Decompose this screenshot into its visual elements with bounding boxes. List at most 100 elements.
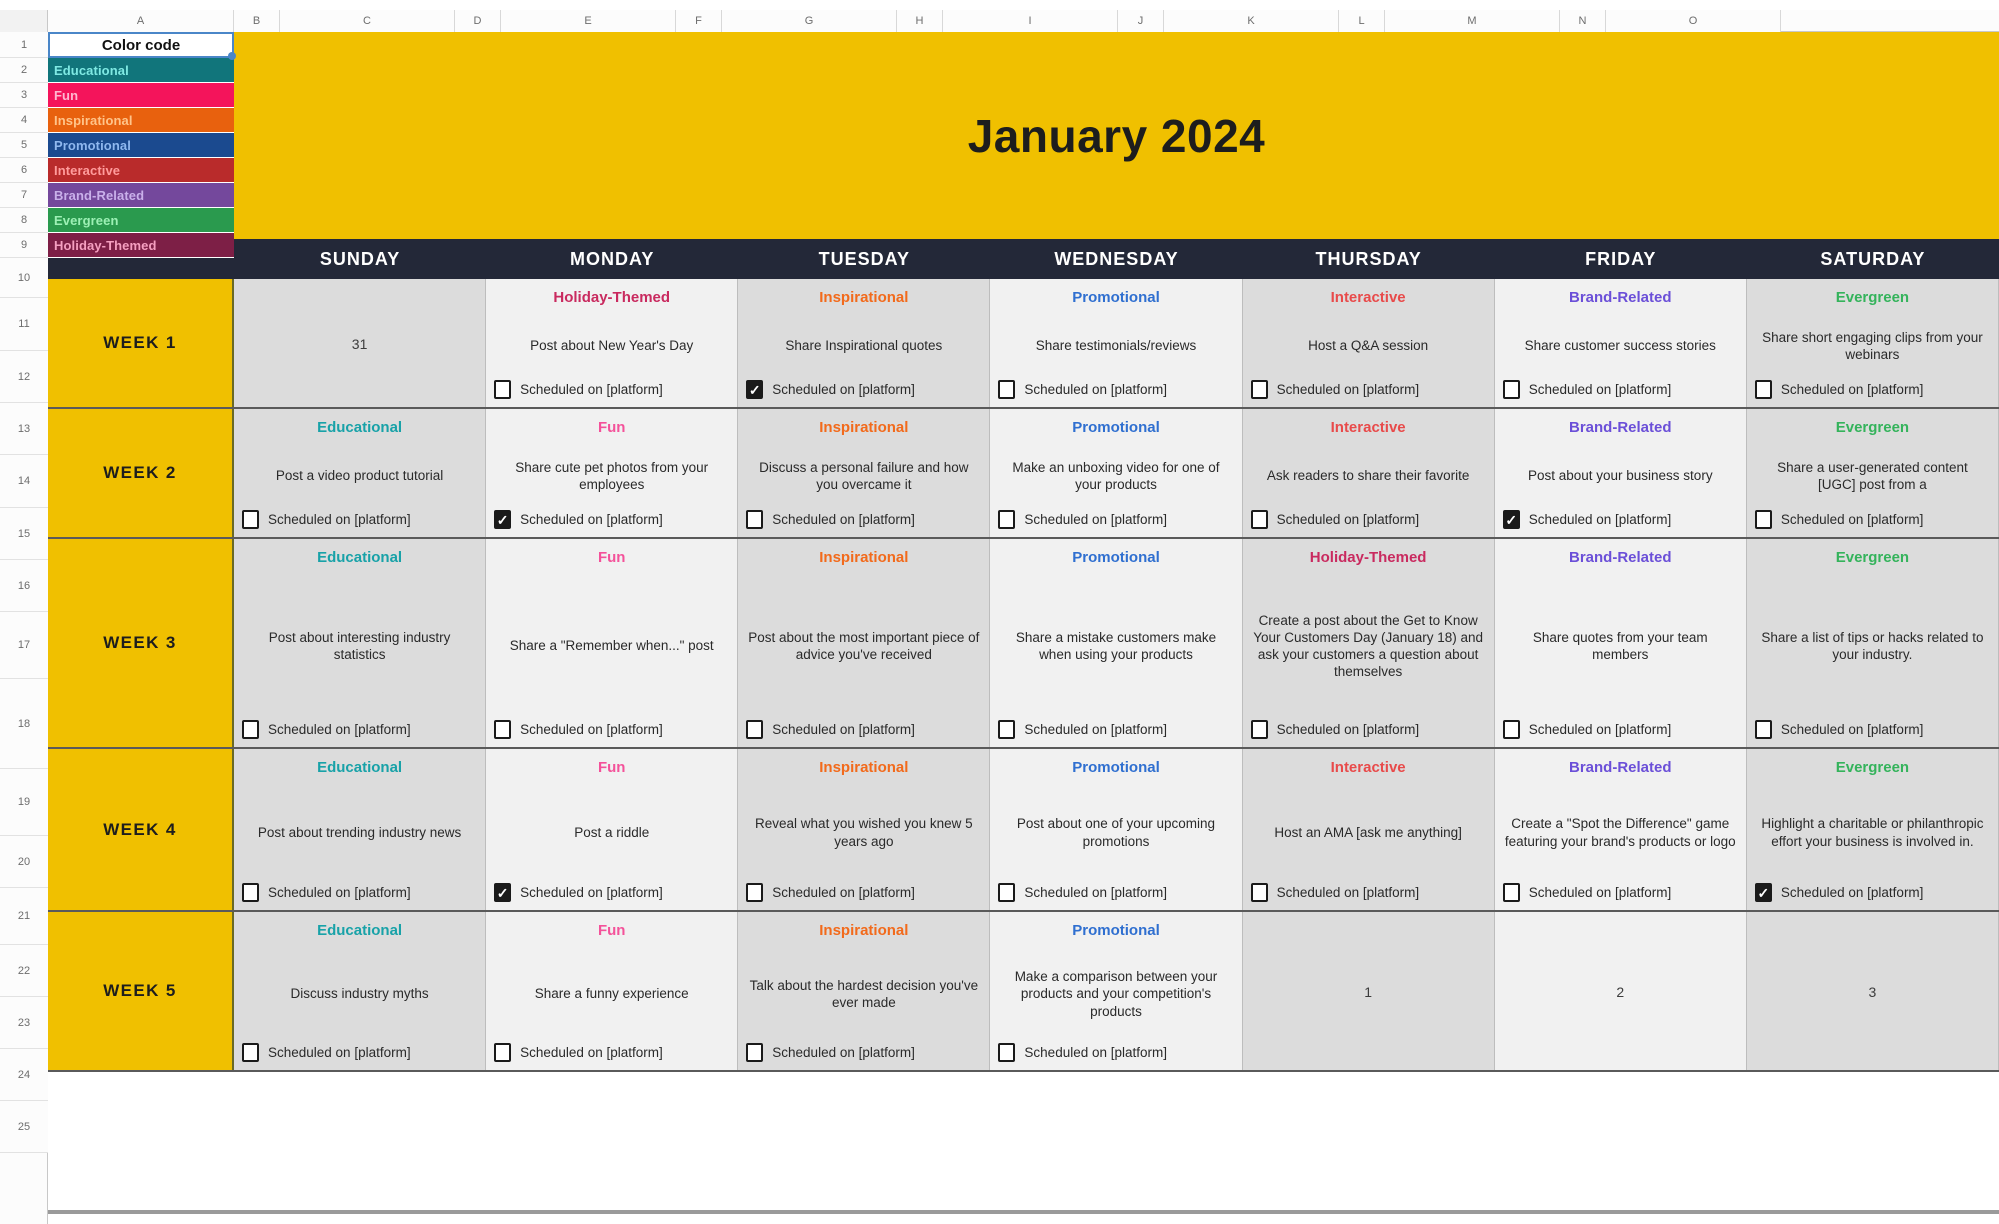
calendar-day-cell[interactable]: Inspirational Discuss a personal failure … — [738, 409, 991, 537]
scheduled-checkbox[interactable] — [494, 380, 512, 399]
column-header-h[interactable]: H — [897, 9, 943, 32]
row-header-21[interactable]: 21 — [0, 888, 48, 945]
column-header-f[interactable]: F — [676, 9, 722, 32]
calendar-day-cell[interactable]: Brand-Related Share quotes from your team… — [1494, 539, 1747, 747]
calendar-day-cell[interactable]: Evergreen Share a list of tips or hacks r… — [1746, 539, 1999, 747]
scheduled-checkbox[interactable] — [1754, 720, 1772, 739]
scheduled-checkbox[interactable] — [494, 1043, 512, 1062]
row-header-24[interactable]: 24 — [0, 1049, 48, 1101]
row-header-17[interactable]: 17 — [0, 612, 48, 679]
scheduled-checkbox[interactable] — [746, 720, 764, 739]
column-header-i[interactable]: I — [943, 9, 1118, 32]
row-header-23[interactable]: 23 — [0, 997, 48, 1049]
row-header-19[interactable]: 19 — [0, 769, 48, 836]
scheduled-checkbox[interactable] — [746, 510, 764, 529]
row-header-8[interactable]: 8 — [0, 208, 48, 233]
row-header-9[interactable]: 9 — [0, 233, 48, 258]
calendar-day-cell[interactable]: Evergreen Share a user-generated content … — [1746, 409, 1999, 537]
row-header-13[interactable]: 13 — [0, 403, 48, 455]
select-all-corner[interactable] — [0, 9, 48, 32]
row-header-20[interactable]: 20 — [0, 836, 48, 888]
calendar-day-cell[interactable]: Educational Post about trending industry … — [234, 749, 487, 910]
legend-item-brand-related[interactable]: Brand-Related — [48, 183, 234, 208]
calendar-day-cell[interactable]: 31 — [234, 279, 487, 407]
calendar-day-cell[interactable]: Fun Share cute pet photos from your emplo… — [486, 409, 739, 537]
calendar-day-cell[interactable]: Brand-Related Post about your business st… — [1494, 409, 1747, 537]
column-header-k[interactable]: K — [1164, 9, 1339, 32]
scheduled-checkbox[interactable] — [998, 510, 1016, 529]
scheduled-checkbox[interactable] — [746, 883, 764, 902]
row-header-12[interactable]: 12 — [0, 351, 48, 403]
calendar-day-cell[interactable]: Holiday-Themed Post about New Year's Day S… — [486, 279, 739, 407]
column-header-o[interactable]: O — [1606, 9, 1781, 32]
scheduled-checkbox[interactable] — [1250, 510, 1268, 529]
row-header-11[interactable]: 11 — [0, 298, 48, 351]
calendar-day-cell[interactable]: Promotional Share testimonials/reviews Sch… — [990, 279, 1243, 407]
column-header-d[interactable]: D — [455, 9, 501, 32]
row-header-22[interactable]: 22 — [0, 945, 48, 997]
cell-fill-handle[interactable] — [228, 52, 236, 60]
legend-item-inspirational[interactable]: Inspirational — [48, 108, 234, 133]
column-header-l[interactable]: L — [1339, 9, 1385, 32]
scheduled-checkbox[interactable] — [242, 720, 259, 739]
calendar-day-cell[interactable]: 2 — [1494, 912, 1747, 1070]
row-header-18[interactable]: 18 — [0, 679, 48, 769]
scheduled-checkbox[interactable] — [998, 720, 1016, 739]
scheduled-checkbox[interactable] — [1250, 883, 1268, 902]
scheduled-checkbox[interactable] — [998, 380, 1016, 399]
column-header-b[interactable]: B — [234, 9, 280, 32]
legend-item-educational[interactable]: Educational — [48, 58, 234, 83]
calendar-day-cell[interactable]: Holiday-Themed Create a post about the Ge… — [1242, 539, 1495, 747]
row-header-25[interactable]: 25 — [0, 1101, 48, 1153]
calendar-day-cell[interactable]: Inspirational Share Inspirational quotes S… — [738, 279, 991, 407]
scheduled-checkbox[interactable] — [494, 720, 512, 739]
scheduled-checkbox[interactable] — [1502, 510, 1520, 529]
legend-item-interactive[interactable]: Interactive — [48, 158, 234, 183]
scheduled-checkbox[interactable] — [746, 1043, 764, 1062]
scheduled-checkbox[interactable] — [242, 883, 259, 902]
calendar-day-cell[interactable]: 3 — [1746, 912, 1999, 1070]
scheduled-checkbox[interactable] — [1502, 380, 1520, 399]
column-header-e[interactable]: E — [501, 9, 676, 32]
scheduled-checkbox[interactable] — [1754, 380, 1772, 399]
legend-title-cell[interactable]: Color code — [48, 32, 236, 60]
legend-item-fun[interactable]: Fun — [48, 83, 234, 108]
scheduled-checkbox[interactable] — [998, 883, 1016, 902]
calendar-day-cell[interactable]: Fun Share a funny experience Scheduled on … — [486, 912, 739, 1070]
column-header-j[interactable]: J — [1118, 9, 1164, 32]
row-header-16[interactable]: 16 — [0, 560, 48, 612]
calendar-day-cell[interactable]: Fun Post a riddle Scheduled on [platform] — [486, 749, 739, 910]
row-header-14[interactable]: 14 — [0, 455, 48, 508]
calendar-day-cell[interactable]: Evergreen Highlight a charitable or phila… — [1746, 749, 1999, 910]
column-header-a[interactable]: A — [48, 9, 234, 32]
legend-item-holiday-themed[interactable]: Holiday-Themed — [48, 233, 234, 258]
calendar-day-cell[interactable]: Promotional Post about one of your upcomi… — [990, 749, 1243, 910]
scheduled-checkbox[interactable] — [494, 510, 512, 529]
calendar-day-cell[interactable]: Interactive Host a Q&A session Scheduled o… — [1242, 279, 1495, 407]
scheduled-checkbox[interactable] — [1502, 720, 1520, 739]
calendar-day-cell[interactable]: Inspirational Post about the most importa… — [738, 539, 991, 747]
scheduled-checkbox[interactable] — [242, 1043, 259, 1062]
calendar-day-cell[interactable]: Educational Post a video product tutorial… — [234, 409, 487, 537]
calendar-day-cell[interactable]: Promotional Share a mistake customers mak… — [990, 539, 1243, 747]
calendar-day-cell[interactable]: Inspirational Reveal what you wished you … — [738, 749, 991, 910]
calendar-day-cell[interactable]: Promotional Make an unboxing video for on… — [990, 409, 1243, 537]
calendar-day-cell[interactable]: Brand-Related Share customer success stor… — [1494, 279, 1747, 407]
calendar-day-cell[interactable]: Educational Post about interesting indust… — [234, 539, 487, 747]
scheduled-checkbox[interactable] — [1754, 510, 1772, 529]
calendar-day-cell[interactable]: Interactive Ask readers to share their fa… — [1242, 409, 1495, 537]
scheduled-checkbox[interactable] — [1754, 883, 1772, 902]
row-header-7[interactable]: 7 — [0, 183, 48, 208]
row-header-4[interactable]: 4 — [0, 108, 48, 133]
row-header-10[interactable]: 10 — [0, 258, 48, 298]
scheduled-checkbox[interactable] — [1502, 883, 1520, 902]
column-header-c[interactable]: C — [280, 9, 455, 32]
scheduled-checkbox[interactable] — [494, 883, 512, 902]
column-header-n[interactable]: N — [1560, 9, 1606, 32]
calendar-day-cell[interactable]: Educational Discuss industry myths Schedul… — [234, 912, 487, 1070]
scheduled-checkbox[interactable] — [1250, 380, 1268, 399]
calendar-day-cell[interactable]: Evergreen Share short engaging clips from… — [1746, 279, 1999, 407]
calendar-day-cell[interactable]: Interactive Host an AMA [ask me anything]… — [1242, 749, 1495, 910]
row-header-15[interactable]: 15 — [0, 508, 48, 560]
row-header-3[interactable]: 3 — [0, 83, 48, 108]
